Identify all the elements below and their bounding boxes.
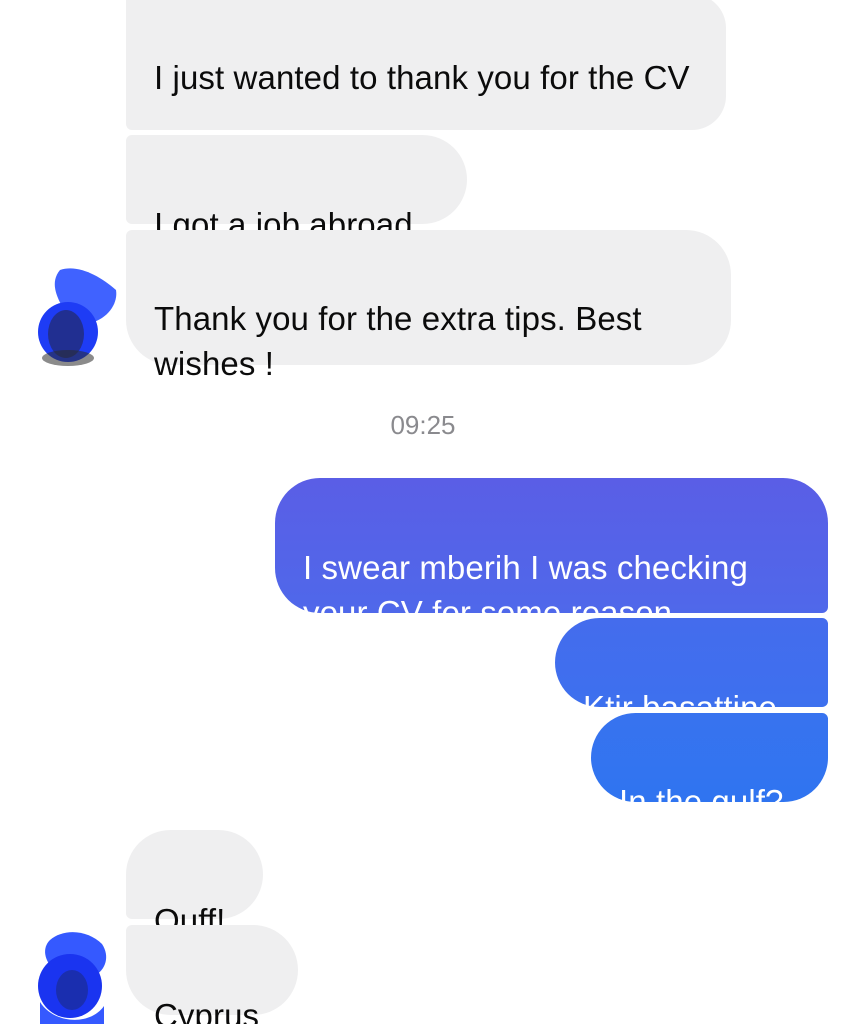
received-message-bubble[interactable]: I got a job abroad (126, 135, 467, 243)
message-text: Cyprus (154, 997, 260, 1024)
received-message-bubble[interactable]: Ouff! (126, 830, 263, 939)
sent-message-bubble[interactable]: Ktir basattine (555, 618, 828, 726)
sent-message-bubble[interactable]: In the gulf? (591, 713, 828, 820)
message-timestamp: 09:25 (390, 410, 456, 440)
received-message-bubble[interactable]: Cyprus (126, 925, 298, 1024)
message-text: I just wanted to thank you for the CV (154, 59, 690, 96)
received-message-bubble[interactable]: Thank you for the extra tips. Best wishe… (126, 230, 731, 382)
sent-message-bubble[interactable]: I swear mberih I was checking your CV fo… (275, 478, 828, 631)
received-message-bubble[interactable]: I just wanted to thank you for the CV (126, 0, 726, 130)
contact-avatar[interactable] (30, 926, 120, 1024)
message-text: Thank you for the extra tips. Best wishe… (154, 300, 642, 382)
message-text: In the gulf? (619, 783, 784, 820)
chat-thread: I just wanted to thank you for the CV I … (0, 0, 846, 1024)
contact-avatar[interactable] (30, 262, 120, 372)
